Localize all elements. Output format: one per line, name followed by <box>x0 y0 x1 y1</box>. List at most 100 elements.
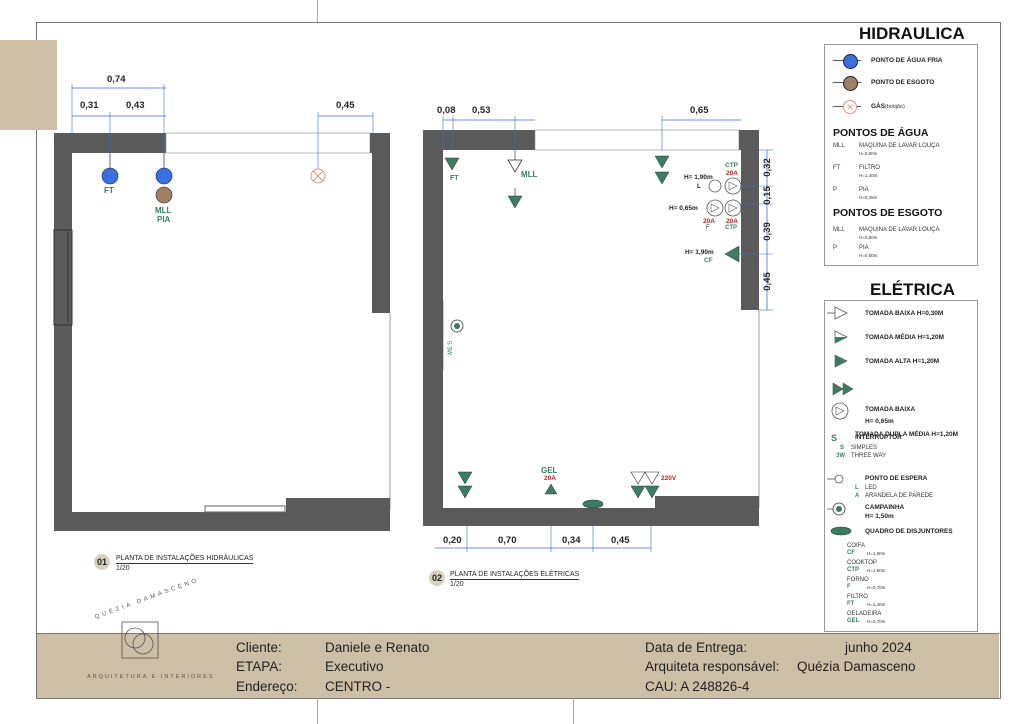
plan2-label-220v: 220V <box>661 475 677 482</box>
plan2-label-ft: FT <box>450 175 459 182</box>
pontos-agua-height: H=0,45m <box>859 195 878 200</box>
data-value: junho 2024 <box>845 640 912 655</box>
plan2-dim-right-2: 0,15 <box>761 186 773 205</box>
data-label: Data de Entrega: <box>645 640 748 655</box>
arquiteta-label: Arquiteta responsável: <box>645 659 780 674</box>
legend-espera: PONTO DE ESPERA <box>865 475 928 482</box>
plan2-label-cf: CF <box>704 257 713 264</box>
arquiteta-value: Quézia Damasceno <box>797 659 916 674</box>
plan2-dim-right-1: 0,32 <box>761 158 773 177</box>
cliente-value: Daniele e Renato <box>325 640 430 655</box>
plan2-label-gel: GEL <box>541 466 558 475</box>
pontos-agua-height: H=0,80m <box>859 151 878 156</box>
plan1-label-pia: PIA <box>157 215 171 224</box>
pontos-esgoto-code: P <box>833 245 838 251</box>
equipment-code: CF <box>847 550 855 556</box>
equipment-name: COOKTOP <box>847 560 877 566</box>
brand-logo <box>97 614 187 694</box>
equipment-item: GELADEIRA GEL H=0,70m <box>847 611 967 628</box>
plan2-drawing <box>415 100 785 560</box>
legend-quadro: QUADRO DE DISJUNTORES <box>865 528 953 535</box>
equipment-list: COIFA CF H=1,80m COOKTOP CTP H=1,80m FOR… <box>847 543 967 628</box>
hidraulica-title: HIDRAULICA <box>859 24 965 43</box>
pontos-esgoto-height: H=0,50m <box>859 253 878 258</box>
plan2-scale: 1/20 <box>450 581 464 588</box>
equipment-height: H=1,80m <box>867 568 886 573</box>
pontos-esgoto-height: H=0,50m <box>859 235 878 240</box>
endereco-value: CENTRO - <box>325 679 391 694</box>
pontos-esgoto-item: MLL MAQUINA DE LAVAR LOUÇA H=0,50m <box>833 227 973 245</box>
gas-circle-icon: ✕ <box>843 100 857 114</box>
plan2-label-20a-gel: 20A <box>544 475 556 482</box>
pontos-esgoto-code: MLL <box>833 227 845 233</box>
plan1-dim-gas: 0,45 <box>336 100 355 111</box>
legend-water-row: PONTO DE ÁGUA FRIA <box>833 53 977 69</box>
espera-name-l: LED <box>865 485 877 491</box>
plan2-svg <box>423 116 773 552</box>
plan2-number-badge: 02 <box>429 570 445 586</box>
equipment-height: H=1,80m <box>867 551 886 556</box>
legend-campainha: CAMPAINHA <box>865 504 905 511</box>
equipment-code: F <box>847 584 851 590</box>
legend-sewer-row: PONTO DE ESGOTO <box>833 75 977 91</box>
plan2-label-sw: S 3W <box>445 340 452 356</box>
equipment-height: H=1,40m <box>867 602 886 607</box>
equipment-height: H=0,70m <box>867 619 886 624</box>
plan1-dim-a: 0,31 <box>80 100 99 111</box>
equipment-name: FILTRO <box>847 594 868 600</box>
corner-tab <box>0 40 57 130</box>
plan2-label-mll: MLL <box>521 170 538 179</box>
cliente-label: Cliente: <box>236 640 282 655</box>
footer-bar: QUÉZIA DAMASCENO ARQUITETURA E INTERIORE… <box>37 577 999 698</box>
pontos-esgoto-name: PIA <box>859 245 869 251</box>
equipment-item: COOKTOP CTP H=1,80m <box>847 560 967 577</box>
plan2-label-20a-top: 20A <box>726 170 738 177</box>
plan2-label-h065: H= 0,65m <box>669 205 698 212</box>
plan1-number-badge: 01 <box>94 554 110 570</box>
legend-campainha-h: H= 1,50m <box>865 513 894 520</box>
plan2-dim-bottom-4: 0,45 <box>611 535 630 546</box>
equipment-code: CTP <box>847 567 859 573</box>
plan2-dim-bottom-1: 0,20 <box>443 535 462 546</box>
plan1-title: PLANTA DE INSTALAÇÕES HIDRÁULICAS <box>116 555 254 564</box>
legend-tomada-baixa-065: TOMADA BAIXA <box>865 406 916 413</box>
plan2-label-ctp-top: CTP <box>725 162 738 169</box>
plan2-label-20a-f: 20A <box>703 218 715 225</box>
interruptor-code-3w: 3W <box>836 453 845 459</box>
pontos-agua-title: PONTOS DE ÁGUA <box>833 127 929 139</box>
pontos-agua-code: MLL <box>833 143 845 149</box>
pontos-agua-name: PIA <box>859 187 869 193</box>
equipment-code: FT <box>847 601 855 607</box>
legend-tomada-baixa-065-h: H= 0,65m <box>865 418 894 425</box>
fold-mark-bottom <box>317 697 318 724</box>
plan2-label-h190-cf: H= 1,90m <box>685 249 714 256</box>
plan2-dim-top-3: 0,65 <box>690 105 709 116</box>
pontos-agua-item: MLL MAQUINA DE LAVAR LOUÇA H=0,80m <box>833 143 973 165</box>
pontos-esgoto-name: MAQUINA DE LAVAR LOUÇA <box>859 227 940 233</box>
plan1-dim-b: 0,43 <box>126 100 145 111</box>
pontos-agua-code: FT <box>833 165 841 171</box>
equipment-name: COIFA <box>847 543 866 549</box>
legend-gas-label: GÁS <box>871 103 886 110</box>
plan2-dim-bottom-3: 0,34 <box>562 535 581 546</box>
plan2-dim-top-2: 0,53 <box>472 105 491 116</box>
plan2-label-ctp-bottom: CTP <box>725 225 737 231</box>
plan1-svg <box>53 84 391 531</box>
fold-mark-bottom-2 <box>573 697 574 724</box>
legend-water-label: PONTO DE ÁGUA FRIA <box>871 57 943 64</box>
legend-interruptor: INTERRUPTOR <box>855 434 902 441</box>
endereco-label: Endereço: <box>236 679 298 694</box>
plan2-label-l: L <box>697 183 701 190</box>
pontos-agua-item: FT FILTRO H=1,40m <box>833 165 973 187</box>
equipment-item: FORNO F H=0,70m <box>847 577 967 594</box>
cau-number: CAU: A 248826-4 <box>645 679 750 694</box>
brand-logo-svg <box>121 621 159 659</box>
pontos-esgoto-list: MLL MAQUINA DE LAVAR LOUÇA H=0,50m P PIA… <box>833 227 973 263</box>
legend-gas-row: ✕ GÁS (botijão) <box>833 99 977 115</box>
water-point-dot <box>843 54 858 69</box>
plan2-dim-top-1: 0,08 <box>437 105 456 116</box>
plan1-drawing <box>50 70 400 540</box>
pontos-agua-item: P PIA H=0,45m <box>833 187 973 209</box>
pontos-esgoto-title: PONTOS DE ESGOTO <box>833 207 943 219</box>
legend-sewer-label: PONTO DE ESGOTO <box>871 79 935 86</box>
